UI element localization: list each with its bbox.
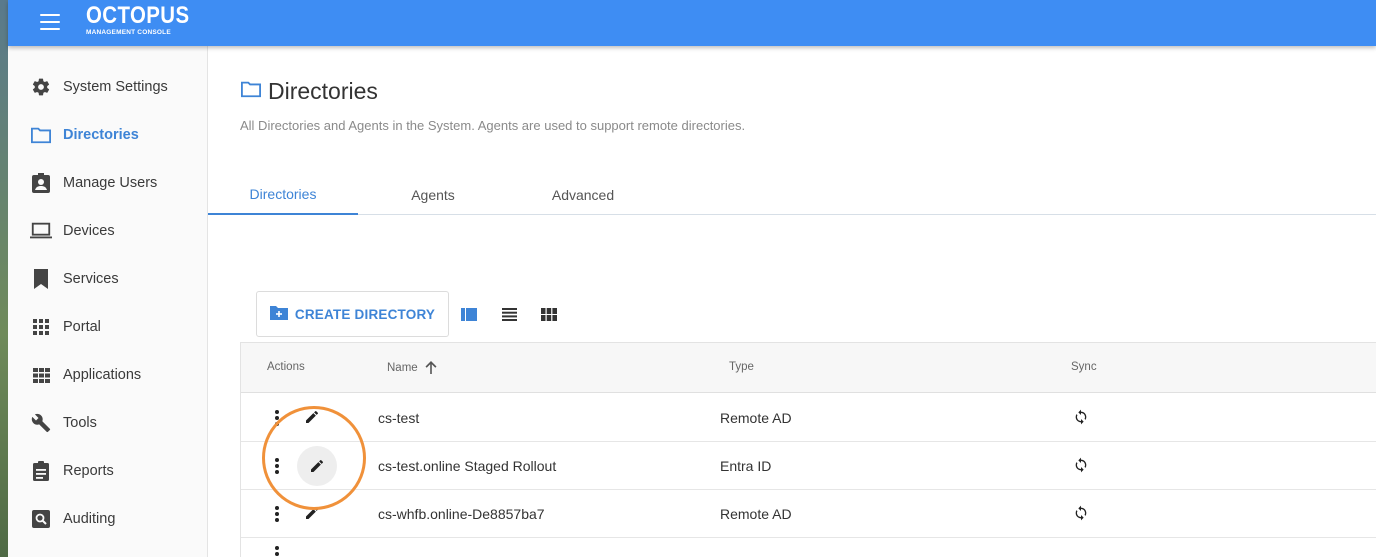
sidebar-item-label: Reports [63, 463, 114, 479]
sidebar-item-label: Portal [63, 319, 101, 335]
menu-icon[interactable] [40, 14, 60, 30]
edit-pencil-icon[interactable] [297, 446, 337, 486]
wrench-icon [30, 412, 52, 434]
directory-type: Entra ID [720, 458, 772, 474]
split-view-icon[interactable] [459, 304, 479, 324]
bookmark-icon [30, 268, 52, 290]
sidebar-item-directories[interactable]: Directories [8, 115, 207, 155]
folder-add-icon [269, 304, 288, 325]
clipboard-icon [30, 460, 52, 482]
directories-table: Actions Name Type Sync cs-test Remote AD [240, 342, 1376, 557]
folder-icon [240, 79, 262, 104]
brand-name: OCTOPUS [86, 2, 190, 29]
top-app-bar: OCTOPUS MANAGEMENT CONSOLE [8, 0, 1376, 46]
table-row[interactable]: cs-whfb.online-De8857ba7 Remote AD [241, 490, 1376, 538]
sidebar: System Settings Directories Manage Users… [8, 46, 208, 557]
edit-pencil-icon[interactable] [301, 406, 323, 428]
sidebar-item-label: Manage Users [63, 175, 158, 191]
sidebar-item-manage-users[interactable]: Manage Users [8, 163, 207, 203]
main-content: Directories All Directories and Agents i… [208, 46, 1376, 557]
page-title-text: Directories [268, 78, 378, 104]
column-header-actions: Actions [267, 361, 305, 373]
sidebar-item-label: Auditing [63, 511, 116, 527]
column-header-type: Type [729, 361, 754, 373]
directory-type: Remote AD [720, 506, 792, 522]
sidebar-item-label: Devices [63, 223, 115, 239]
more-vertical-icon[interactable] [269, 544, 285, 557]
directory-name[interactable]: cs-test.online Staged Rollout [378, 458, 556, 474]
edit-pencil-icon[interactable] [301, 502, 323, 524]
more-vertical-icon[interactable] [269, 504, 285, 524]
sidebar-item-label: Tools [63, 415, 97, 431]
column-header-name-label: Name [387, 361, 418, 374]
sync-icon[interactable] [1071, 455, 1091, 475]
tab-agents[interactable]: Agents [358, 174, 508, 215]
sidebar-item-label: Directories [63, 127, 139, 143]
grid-view-icon[interactable] [539, 304, 559, 324]
folder-icon [30, 124, 52, 146]
grid-icon [30, 316, 52, 338]
column-header-name[interactable]: Name [387, 361, 437, 374]
sidebar-item-portal[interactable]: Portal [8, 307, 207, 347]
apps-icon [30, 364, 52, 386]
sidebar-item-label: System Settings [63, 79, 168, 95]
sidebar-item-label: Applications [63, 367, 142, 383]
more-vertical-icon[interactable] [269, 456, 285, 476]
gear-icon [30, 76, 52, 98]
sidebar-item-services[interactable]: Services [8, 259, 207, 299]
sidebar-item-tools[interactable]: Tools [8, 403, 207, 443]
create-directory-label: CREATE DIRECTORY [294, 306, 436, 322]
brand-subtitle: MANAGEMENT CONSOLE [86, 29, 171, 36]
directory-name[interactable]: cs-test [378, 410, 419, 426]
page-title: Directories [240, 78, 378, 105]
tab-advanced[interactable]: Advanced [508, 174, 658, 215]
directory-name[interactable]: cs-whfb.online-De8857ba7 [378, 506, 545, 522]
sidebar-item-reports[interactable]: Reports [8, 451, 207, 491]
sidebar-item-label: Services [63, 271, 119, 287]
more-vertical-icon[interactable] [269, 408, 285, 428]
tab-directories[interactable]: Directories [208, 174, 358, 215]
sidebar-item-devices[interactable]: Devices [8, 211, 207, 251]
brand-logo[interactable]: OCTOPUS MANAGEMENT CONSOLE [86, 3, 208, 37]
page-subtitle: All Directories and Agents in the System… [240, 118, 746, 133]
table-row[interactable]: cs-test.online Staged Rollout Entra ID [241, 442, 1376, 490]
sync-icon[interactable] [1071, 503, 1091, 523]
create-directory-button[interactable]: CREATE DIRECTORY [256, 291, 449, 337]
table-header: Actions Name Type Sync [241, 343, 1376, 393]
sidebar-item-system-settings[interactable]: System Settings [8, 67, 207, 107]
sync-icon[interactable] [1071, 407, 1091, 427]
table-row[interactable] [241, 538, 1376, 557]
laptop-icon [30, 220, 52, 242]
table-row[interactable]: cs-test Remote AD [241, 394, 1376, 442]
directory-type: Remote AD [720, 410, 792, 426]
sort-ascending-icon [425, 361, 437, 374]
column-header-sync: Sync [1071, 361, 1097, 373]
desktop-edge [0, 0, 8, 557]
tab-bar: Directories Agents Advanced [208, 174, 1376, 215]
search-box-icon [30, 508, 52, 530]
list-view-icon[interactable] [499, 304, 519, 324]
user-badge-icon [30, 172, 52, 194]
sidebar-item-applications[interactable]: Applications [8, 355, 207, 395]
sidebar-item-auditing[interactable]: Auditing [8, 499, 207, 539]
